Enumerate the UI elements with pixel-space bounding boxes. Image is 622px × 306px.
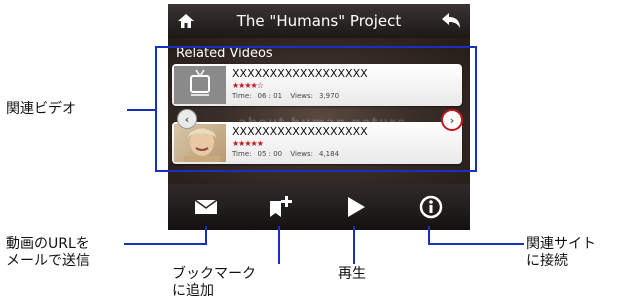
- email-url-button[interactable]: [168, 184, 243, 230]
- callout-line: [205, 226, 207, 244]
- callout-email-url: 動画のURLを メールで送信: [6, 236, 90, 270]
- mail-icon: [194, 199, 217, 214]
- callout-related-sites: 関連サイト に接続: [526, 236, 596, 270]
- callout-bookmark-line2: に追加: [172, 283, 214, 299]
- back-icon[interactable]: [440, 12, 462, 30]
- callout-email-url-line2: メールで送信: [6, 253, 90, 269]
- add-bookmark-button[interactable]: [243, 184, 318, 230]
- callout-line: [353, 226, 355, 264]
- home-icon[interactable]: [176, 11, 196, 31]
- callout-line: [428, 243, 524, 245]
- info-icon: [419, 195, 442, 219]
- related-sites-button[interactable]: [393, 184, 468, 230]
- callout-line: [124, 243, 207, 245]
- callout-related-sites-line1: 関連サイト: [526, 236, 596, 252]
- callout-bookmark: ブックマーク に追加: [172, 266, 256, 300]
- page-title: The "Humans" Project: [236, 12, 402, 30]
- callout-related-videos: 関連ビデオ: [6, 101, 76, 117]
- bottom-toolbar: [168, 184, 470, 230]
- title-bar: The "Humans" Project: [168, 4, 470, 38]
- callout-related-sites-line2: に接続: [526, 253, 568, 269]
- play-icon: [347, 197, 365, 217]
- callout-play: 再生: [338, 266, 366, 282]
- callout-line: [428, 226, 430, 244]
- related-videos-highlight-box: [155, 46, 477, 172]
- play-button[interactable]: [318, 184, 393, 230]
- callout-bookmark-line1: ブックマーク: [172, 266, 256, 282]
- callout-line: [278, 226, 280, 264]
- callout-line: [127, 109, 155, 111]
- add-bookmark-icon: [269, 196, 292, 217]
- callout-email-url-line1: 動画のURLを: [6, 236, 90, 252]
